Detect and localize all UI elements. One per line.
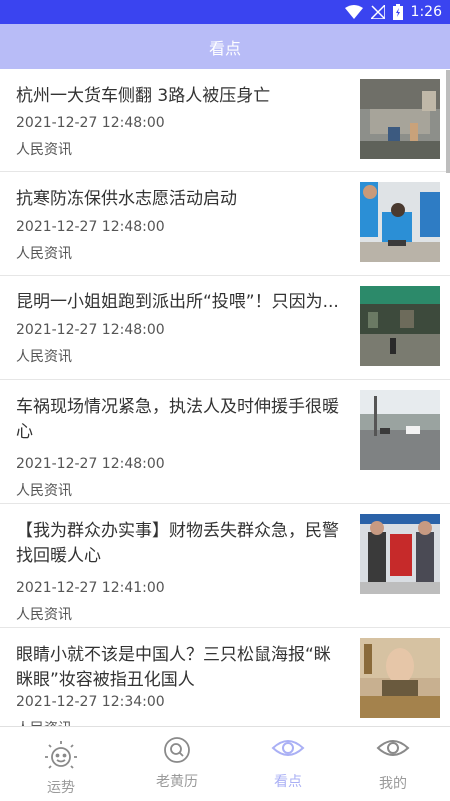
tab-label: 我的	[379, 776, 407, 792]
news-title: 眼睛小就不该是中国人？三只松鼠海报“眯眯眼”妆容被指丑化国人	[16, 645, 331, 690]
news-source: 人民资讯	[16, 142, 72, 158]
news-source: 人民资讯	[16, 246, 72, 262]
news-source: 人民资讯	[16, 607, 72, 623]
news-title: 【我为群众办实事】财物丢失群众急，民警找回暖人心	[16, 521, 339, 566]
news-list[interactable]: 杭州一大货车侧翻 3路人被压身亡 2021-12-27 12:48:00 人民资…	[0, 69, 450, 726]
news-time: 2021-12-27 12:48:00	[16, 456, 165, 472]
news-thumbnail	[360, 390, 440, 470]
news-thumbnail	[360, 514, 440, 594]
tab-fortune[interactable]: 运势	[5, 727, 117, 801]
bottom-tab-bar: 运势 老黄历 看点 我的	[0, 726, 450, 800]
news-source: 人民资讯	[16, 718, 72, 726]
app-bar: 看点	[0, 24, 450, 69]
status-bar: 1:26	[0, 0, 450, 24]
news-thumbnail	[360, 638, 440, 718]
status-time: 1:26	[410, 4, 442, 20]
news-title: 杭州一大货车侧翻 3路人被压身亡	[16, 86, 271, 106]
eye-icon	[232, 737, 344, 759]
news-thumbnail	[360, 182, 440, 262]
tab-label: 看点	[274, 774, 302, 790]
scrollbar[interactable]	[446, 70, 450, 173]
news-item[interactable]: 车祸现场情况紧急，执法人及时伸援手很暖心 2021-12-27 12:48:00…	[0, 380, 450, 504]
search-icon	[121, 735, 233, 765]
wifi-icon	[344, 5, 363, 19]
tab-label: 老黄历	[156, 774, 198, 790]
tab-highlights[interactable]: 看点	[232, 727, 344, 801]
news-title: 车祸现场情况紧急，执法人及时伸援手很暖心	[16, 397, 339, 442]
eye-icon	[337, 737, 449, 759]
tab-label: 运势	[47, 780, 75, 796]
news-thumbnail	[360, 286, 440, 366]
news-item[interactable]: 杭州一大货车侧翻 3路人被压身亡 2021-12-27 12:48:00 人民资…	[0, 69, 450, 172]
battery-icon	[392, 4, 403, 20]
page-title: 看点	[208, 38, 241, 58]
news-item[interactable]: 昆明一小姐姐跑到派出所“投喂”！只因为... 2021-12-27 12:48:…	[0, 276, 450, 380]
news-item[interactable]: 【我为群众办实事】财物丢失群众急，民警找回暖人心 2021-12-27 12:4…	[0, 504, 450, 628]
news-item[interactable]: 抗寒防冻保供水志愿活动启动 2021-12-27 12:48:00 人民资讯	[0, 172, 450, 276]
sun-face-icon	[5, 735, 117, 775]
no-signal-icon	[370, 5, 385, 19]
news-source: 人民资讯	[16, 483, 72, 499]
news-time: 2021-12-27 12:48:00	[16, 115, 165, 131]
news-time: 2021-12-27 12:41:00	[16, 580, 165, 596]
tab-mine[interactable]: 我的	[337, 727, 449, 801]
news-thumbnail	[360, 79, 440, 159]
news-time: 2021-12-27 12:48:00	[16, 322, 165, 338]
news-time: 2021-12-27 12:48:00	[16, 219, 165, 235]
news-title: 抗寒防冻保供水志愿活动启动	[16, 189, 237, 209]
news-time: 2021-12-27 12:34:00	[16, 694, 165, 710]
news-title: 昆明一小姐姐跑到派出所“投喂”！只因为...	[16, 292, 339, 312]
news-source: 人民资讯	[16, 349, 72, 365]
news-item[interactable]: 眼睛小就不该是中国人？三只松鼠海报“眯眯眼”妆容被指丑化国人 2021-12-2…	[0, 628, 450, 726]
tab-almanac[interactable]: 老黄历	[121, 727, 233, 801]
